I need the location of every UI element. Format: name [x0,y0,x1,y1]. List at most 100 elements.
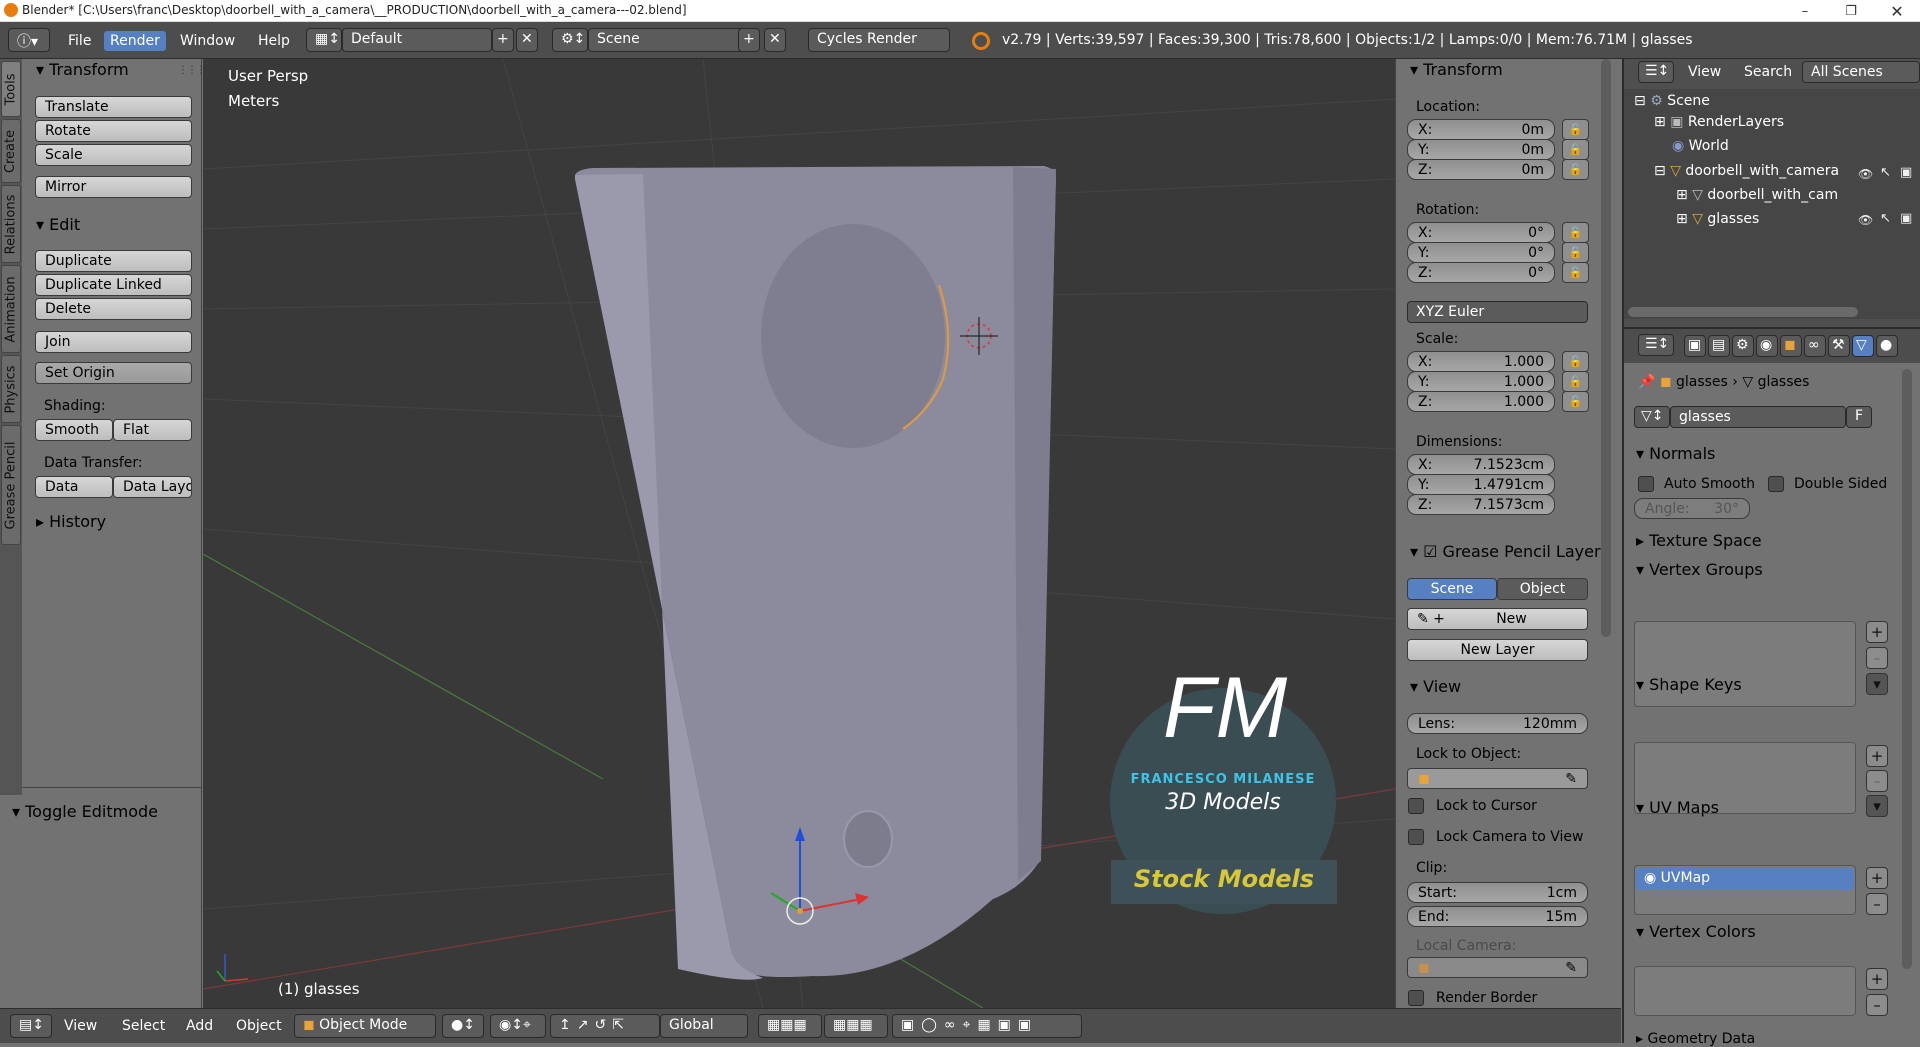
scale-button[interactable]: Scale [35,144,192,166]
menu-help[interactable]: Help [252,31,296,51]
lock-icon[interactable]: 🔓 [1562,242,1589,263]
panel-grip-icon[interactable]: ⋮⋮⋮ [178,65,206,76]
menu-render[interactable]: Render [104,31,166,51]
vertex-group-menu-icon[interactable]: ▾ [1866,673,1888,695]
clip-start-field[interactable]: Start: 1cm [1407,882,1588,903]
location-field[interactable]: Y: 0m [1407,139,1555,160]
3d-view-editor-type-icon[interactable]: ▤↕ [10,1014,52,1038]
scale-field[interactable]: Z: 1.000 [1407,391,1555,412]
clip-end-field[interactable]: End: 15m [1407,906,1588,927]
rotation-field[interactable]: Z: 0° [1407,262,1555,283]
grease-pencil-layer-header[interactable]: ▾ ☑ Grease Pencil Layer [1410,542,1601,561]
tab-grease-pencil[interactable]: Grease Pencil [1,425,21,545]
visibility-eye-icon[interactable]: 👁 [1858,167,1873,181]
render-border-checkbox[interactable] [1408,990,1424,1006]
duplicate-button[interactable]: Duplicate [35,250,192,272]
mesh-data-tab-icon[interactable]: ▽ [1852,335,1874,357]
flat-button[interactable]: Flat [113,419,192,441]
maximize-icon[interactable]: ❐ [1828,0,1874,22]
vertex-colors-list[interactable] [1634,966,1856,1016]
mesh-browse-icon[interactable]: ▽↕ [1634,406,1670,428]
mirror-button[interactable]: Mirror [35,176,192,198]
screen-layout-icon[interactable]: ▦↕ [306,28,342,52]
world-tab-icon[interactable]: ◉ [1756,335,1778,357]
layers-tab-icon[interactable]: ▤ [1708,335,1730,357]
viewport-shading-icon[interactable]: ●↕ [442,1014,484,1038]
add-screen-icon[interactable]: + [492,28,514,52]
fake-user-button[interactable]: F [1846,406,1872,428]
select-cursor-icon[interactable]: ↖ [1880,211,1891,226]
object-menu[interactable]: Object [230,1016,288,1036]
shape-key-menu-icon[interactable]: ▾ [1866,795,1888,817]
tab-create[interactable]: Create [1,119,21,183]
lock-to-cursor-checkbox[interactable] [1408,798,1424,814]
lock-icon[interactable]: 🔓 [1562,222,1589,243]
transform-n-header[interactable]: ▾ Transform [1410,60,1503,79]
constraints-tab-icon[interactable]: ∞ [1804,335,1826,357]
toggle-editmode-header[interactable]: ▾ Toggle Editmode [12,802,158,821]
lock-icon[interactable]: 🔓 [1562,351,1589,372]
outliner-editor-type-icon[interactable]: ☰↕ [1638,61,1674,83]
lock-camera-checkbox[interactable] [1408,829,1424,845]
menu-window[interactable]: Window [174,31,241,51]
render-camera-icon[interactable]: ▣ [1900,211,1912,226]
minimize-icon[interactable]: – [1782,0,1828,22]
pivot-point-icon[interactable]: ◉↕⌖ [490,1014,546,1038]
outliner-display-mode-select[interactable]: All Scenes [1802,61,1920,83]
add-vertex-color-icon[interactable]: + [1866,968,1888,990]
local-camera-field[interactable]: ◼ ✎ [1407,957,1588,978]
close-icon[interactable]: ✕ [1874,0,1920,22]
scene-tab-icon[interactable]: ⚙ [1732,335,1754,357]
properties-scrollbar[interactable] [1902,369,1912,969]
visibility-eye-icon[interactable]: 👁 [1858,213,1873,227]
auto-smooth-checkbox[interactable] [1638,476,1654,492]
snapping-and-render-icons[interactable]: ▣◯∞⌖▦▣▣ [892,1014,1082,1038]
grease-scene-button[interactable]: Scene [1407,578,1497,600]
dimensions-field[interactable]: Z: 7.1573cm [1407,494,1555,515]
remove-vertex-group-icon[interactable]: – [1866,647,1888,669]
remove-shape-key-icon[interactable]: – [1866,770,1888,792]
screen-layout-field[interactable]: Default [342,28,492,52]
data-layout-button[interactable]: Data Layo [113,476,192,498]
join-button[interactable]: Join [35,331,192,353]
tab-animation[interactable]: Animation [1,265,21,353]
manipulator-icons[interactable]: ↥↗↺⇱ [550,1014,660,1038]
geometry-data-panel-header[interactable]: ▸ Geometry Data [1636,1031,1755,1047]
rotate-button[interactable]: Rotate [35,120,192,142]
render-engine-select[interactable]: Cycles Render [808,28,950,52]
scene-layers-grid-2[interactable]: ▦▦▦ [824,1014,888,1038]
location-field[interactable]: X: 0m [1407,119,1555,140]
editor-type-info-icon[interactable]: ⓘ▾ [8,28,50,52]
select-cursor-icon[interactable]: ↖ [1880,165,1891,180]
menu-file[interactable]: File [62,31,97,51]
scene-layers-grid-1[interactable]: ▦▦▦ [758,1014,822,1038]
lock-icon[interactable]: 🔓 [1562,391,1589,412]
add-menu[interactable]: Add [180,1016,219,1036]
tab-tools[interactable]: Tools [1,61,21,117]
outliner-row-scene[interactable]: ⊟ ⚙ Scene [1634,93,1710,109]
outliner-row-glasses[interactable]: ⊞ ▽ glasses [1676,211,1759,227]
scene-field[interactable]: Scene [588,28,750,52]
remove-uv-map-icon[interactable]: – [1866,893,1888,915]
shape-keys-panel-header[interactable]: ▾ Shape Keys [1636,675,1742,694]
outliner-scrollbar[interactable] [1628,307,1858,317]
duplicate-linked-button[interactable]: Duplicate Linked [35,274,192,296]
vertex-colors-panel-header[interactable]: ▾ Vertex Colors [1636,922,1756,941]
remove-scene-icon[interactable]: ✕ [764,28,786,52]
angle-field[interactable]: Angle: 30° [1634,498,1750,519]
dimensions-field[interactable]: Y: 1.4791cm [1407,474,1555,495]
mode-select[interactable]: ◼ Object Mode [294,1014,436,1038]
add-scene-icon[interactable]: + [738,28,760,52]
lock-object-field[interactable]: ◼ ✎ [1407,768,1588,789]
normals-panel-header[interactable]: ▾ Normals [1636,444,1715,463]
tab-physics[interactable]: Physics [1,355,21,423]
edit-panel-header[interactable]: ▾ Edit [36,215,80,234]
outliner-row-doorbell[interactable]: ⊟ ▽ doorbell_with_camera [1654,163,1839,179]
add-shape-key-icon[interactable]: + [1866,745,1888,767]
lock-icon[interactable]: 🔓 [1562,119,1589,140]
tab-relations[interactable]: Relations [1,185,21,263]
mesh-name-field[interactable]: glasses [1670,406,1846,428]
vertex-groups-list[interactable] [1634,621,1856,707]
outliner-menu-view[interactable]: View [1682,62,1727,82]
modifier-tab-icon[interactable]: ⚒ [1828,335,1850,357]
